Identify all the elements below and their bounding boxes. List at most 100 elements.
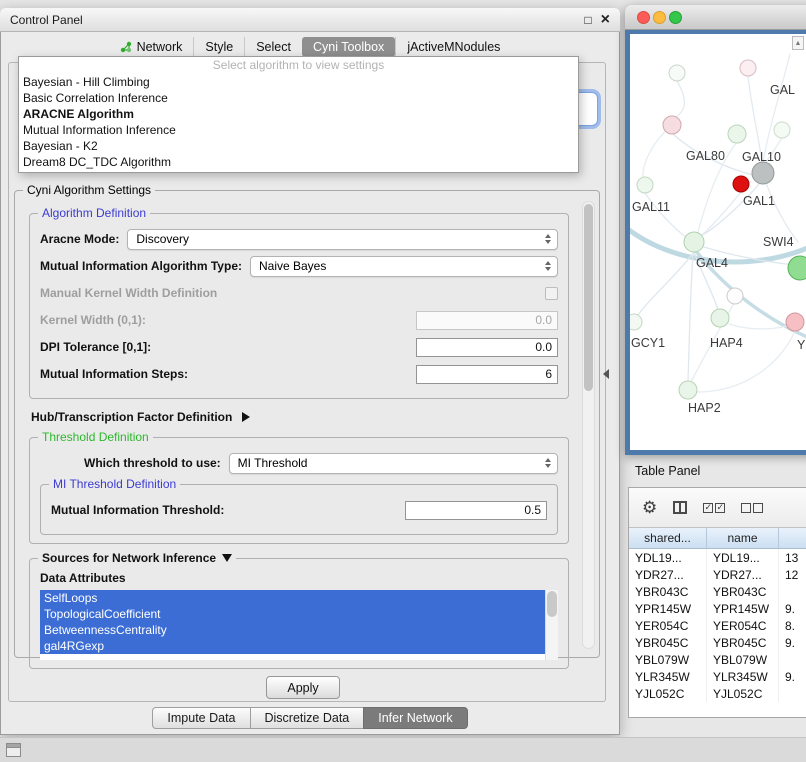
tab-infer-network[interactable]: Infer Network <box>363 707 467 729</box>
algorithm-option-aracne-algorithm[interactable]: ARACNE Algorithm <box>19 106 578 122</box>
panel-collapse-arrow[interactable] <box>603 369 609 379</box>
dpi-tolerance-row: DPI Tolerance [0,1]: 0.0 <box>40 336 558 358</box>
scrollbar-thumb[interactable] <box>547 591 557 617</box>
algorithm-option-dream8-dc-tdc-algorithm[interactable]: Dream8 DC_TDC Algorithm <box>19 154 578 170</box>
canvas-scroll-button[interactable]: ▲ <box>792 36 804 50</box>
table-cell: 9. <box>779 600 806 617</box>
tab-discretize-data[interactable]: Discretize Data <box>250 707 365 729</box>
network-window-titlebar[interactable] <box>625 5 806 30</box>
threshold-definition-title: Threshold Definition <box>38 430 153 444</box>
network-node[interactable] <box>663 116 681 134</box>
apply-button[interactable]: Apply <box>266 676 340 699</box>
kernel-width-input[interactable]: 0.0 <box>416 311 558 330</box>
algorithm-option-bayesian-hill-climbing[interactable]: Bayesian - Hill Climbing <box>19 74 578 90</box>
deselect-all-icon[interactable] <box>741 503 763 513</box>
minimize-traffic-light-icon[interactable] <box>653 11 666 24</box>
network-node[interactable] <box>711 309 729 327</box>
mi-threshold-input[interactable]: 0.5 <box>405 501 547 520</box>
algorithm-option-mutual-information-inference[interactable]: Mutual Information Inference <box>19 122 578 138</box>
network-node[interactable] <box>630 314 642 330</box>
mi-type-select[interactable]: Naive Bayes <box>250 256 558 277</box>
scrollbar-thumb[interactable] <box>584 204 593 391</box>
network-node[interactable] <box>727 288 743 304</box>
table-row[interactable]: YBR045CYBR045C9. <box>629 634 806 651</box>
tab-network[interactable]: Network <box>109 37 194 57</box>
table-row[interactable]: YJL052CYJL052C <box>629 685 806 702</box>
network-node[interactable] <box>740 60 756 76</box>
hub-definition-label: Hub/Transcription Factor Definition <box>31 410 232 424</box>
tab-select[interactable]: Select <box>244 37 302 57</box>
algorithm-option-bayesian-k2[interactable]: Bayesian - K2 <box>19 138 578 154</box>
zoom-traffic-light-icon[interactable] <box>669 11 682 24</box>
table-row[interactable]: YPR145WYPR145W9. <box>629 600 806 617</box>
network-node[interactable] <box>752 162 774 184</box>
network-canvas[interactable]: GALGAL80GAL10GAL11GAL1SWI4GAL4GCY1HAP4YH… <box>630 34 806 450</box>
network-edge[interactable] <box>638 252 694 315</box>
table-row[interactable]: YBL079WYBL079W <box>629 651 806 668</box>
network-edge[interactable] <box>766 183 798 242</box>
attribute-item-selfloops[interactable]: SelfLoops <box>40 590 545 606</box>
aracne-mode-select[interactable]: Discovery <box>127 229 558 250</box>
tab-label: Style <box>205 40 233 54</box>
network-node[interactable] <box>788 256 806 280</box>
dpi-tolerance-input[interactable]: 0.0 <box>416 338 558 357</box>
which-threshold-select[interactable]: MI Threshold <box>229 453 558 474</box>
table-row[interactable]: YBR043CYBR043C <box>629 583 806 600</box>
table-row[interactable]: YDR27...YDR27...12 <box>629 566 806 583</box>
hub-definition-toggle[interactable]: Hub/Transcription Factor Definition <box>31 407 569 427</box>
aracne-mode-value: Discovery <box>136 232 189 246</box>
mi-steps-input[interactable]: 6 <box>416 365 558 384</box>
tab-label: jActiveMNodules <box>407 40 500 54</box>
table-cell: YDL19... <box>707 549 779 566</box>
kernel-width-label: Kernel Width (0,1): <box>40 313 146 327</box>
select-all-icon[interactable] <box>703 503 725 513</box>
close-icon[interactable]: × <box>601 12 610 28</box>
network-node[interactable] <box>669 65 685 81</box>
network-node[interactable] <box>728 125 746 143</box>
kernel-width-row: Kernel Width (0,1): 0.0 <box>40 309 558 331</box>
network-node[interactable] <box>774 122 790 138</box>
minimized-panel-icon[interactable] <box>6 743 21 757</box>
column-header[interactable]: shared... <box>629 528 707 548</box>
float-icon[interactable]: □ <box>584 14 591 26</box>
column-header[interactable]: name <box>707 528 779 548</box>
control-panel-titlebar[interactable]: Control Panel □ × <box>0 8 620 32</box>
close-traffic-light-icon[interactable] <box>637 11 650 24</box>
attribute-item-gal4rgexp[interactable]: gal4RGexp <box>40 638 545 654</box>
table-row[interactable]: YLR345WYLR345W9. <box>629 668 806 685</box>
tab-jactivemnodules[interactable]: jActiveMNodules <box>395 37 511 57</box>
table-row[interactable]: YDL19...YDL19...13 <box>629 549 806 566</box>
sources-toggle[interactable]: Sources for Network Inference <box>38 551 236 565</box>
table-cell <box>779 685 806 702</box>
network-node[interactable] <box>679 381 697 399</box>
tab-impute-data[interactable]: Impute Data <box>152 707 250 729</box>
table-row[interactable]: YER054CYER054C8. <box>629 617 806 634</box>
data-attributes-list[interactable]: SelfLoopsTopologicalCoefficientBetweenne… <box>40 590 558 660</box>
network-icon <box>120 41 132 53</box>
algorithm-option-basic-correlation-inference[interactable]: Basic Correlation Inference <box>19 90 578 106</box>
attribute-item-topologicalcoefficient[interactable]: TopologicalCoefficient <box>40 606 545 622</box>
tab-label: Network <box>137 40 183 54</box>
network-edge[interactable] <box>676 81 684 117</box>
attribute-item-betweennesscentrality[interactable]: BetweennessCentrality <box>40 622 545 638</box>
network-node[interactable] <box>786 313 804 331</box>
gear-icon[interactable]: ⚙ <box>642 498 657 518</box>
columns-icon[interactable] <box>673 501 687 514</box>
cyni-algorithm-settings-group: Cyni Algorithm Settings Algorithm Defini… <box>14 190 600 658</box>
algorithm-definition-group: Algorithm Definition Aracne Mode: Discov… <box>29 213 569 399</box>
settings-scrollbar[interactable] <box>582 201 595 649</box>
attributes-scrollbar[interactable] <box>545 590 558 660</box>
tab-cyni-toolbox[interactable]: Cyni Toolbox <box>302 37 395 57</box>
network-node[interactable] <box>637 177 653 193</box>
tab-style[interactable]: Style <box>193 37 244 57</box>
network-node[interactable] <box>684 232 704 252</box>
table-cell <box>779 651 806 668</box>
network-node[interactable] <box>733 176 749 192</box>
column-header[interactable] <box>779 528 806 548</box>
network-edge[interactable] <box>700 192 741 237</box>
table-cell: YPR145W <box>707 600 779 617</box>
collapse-arrow-icon <box>222 554 232 562</box>
network-edge[interactable] <box>688 252 693 381</box>
manual-kernel-width-checkbox[interactable] <box>545 287 558 300</box>
status-strip <box>0 737 806 762</box>
